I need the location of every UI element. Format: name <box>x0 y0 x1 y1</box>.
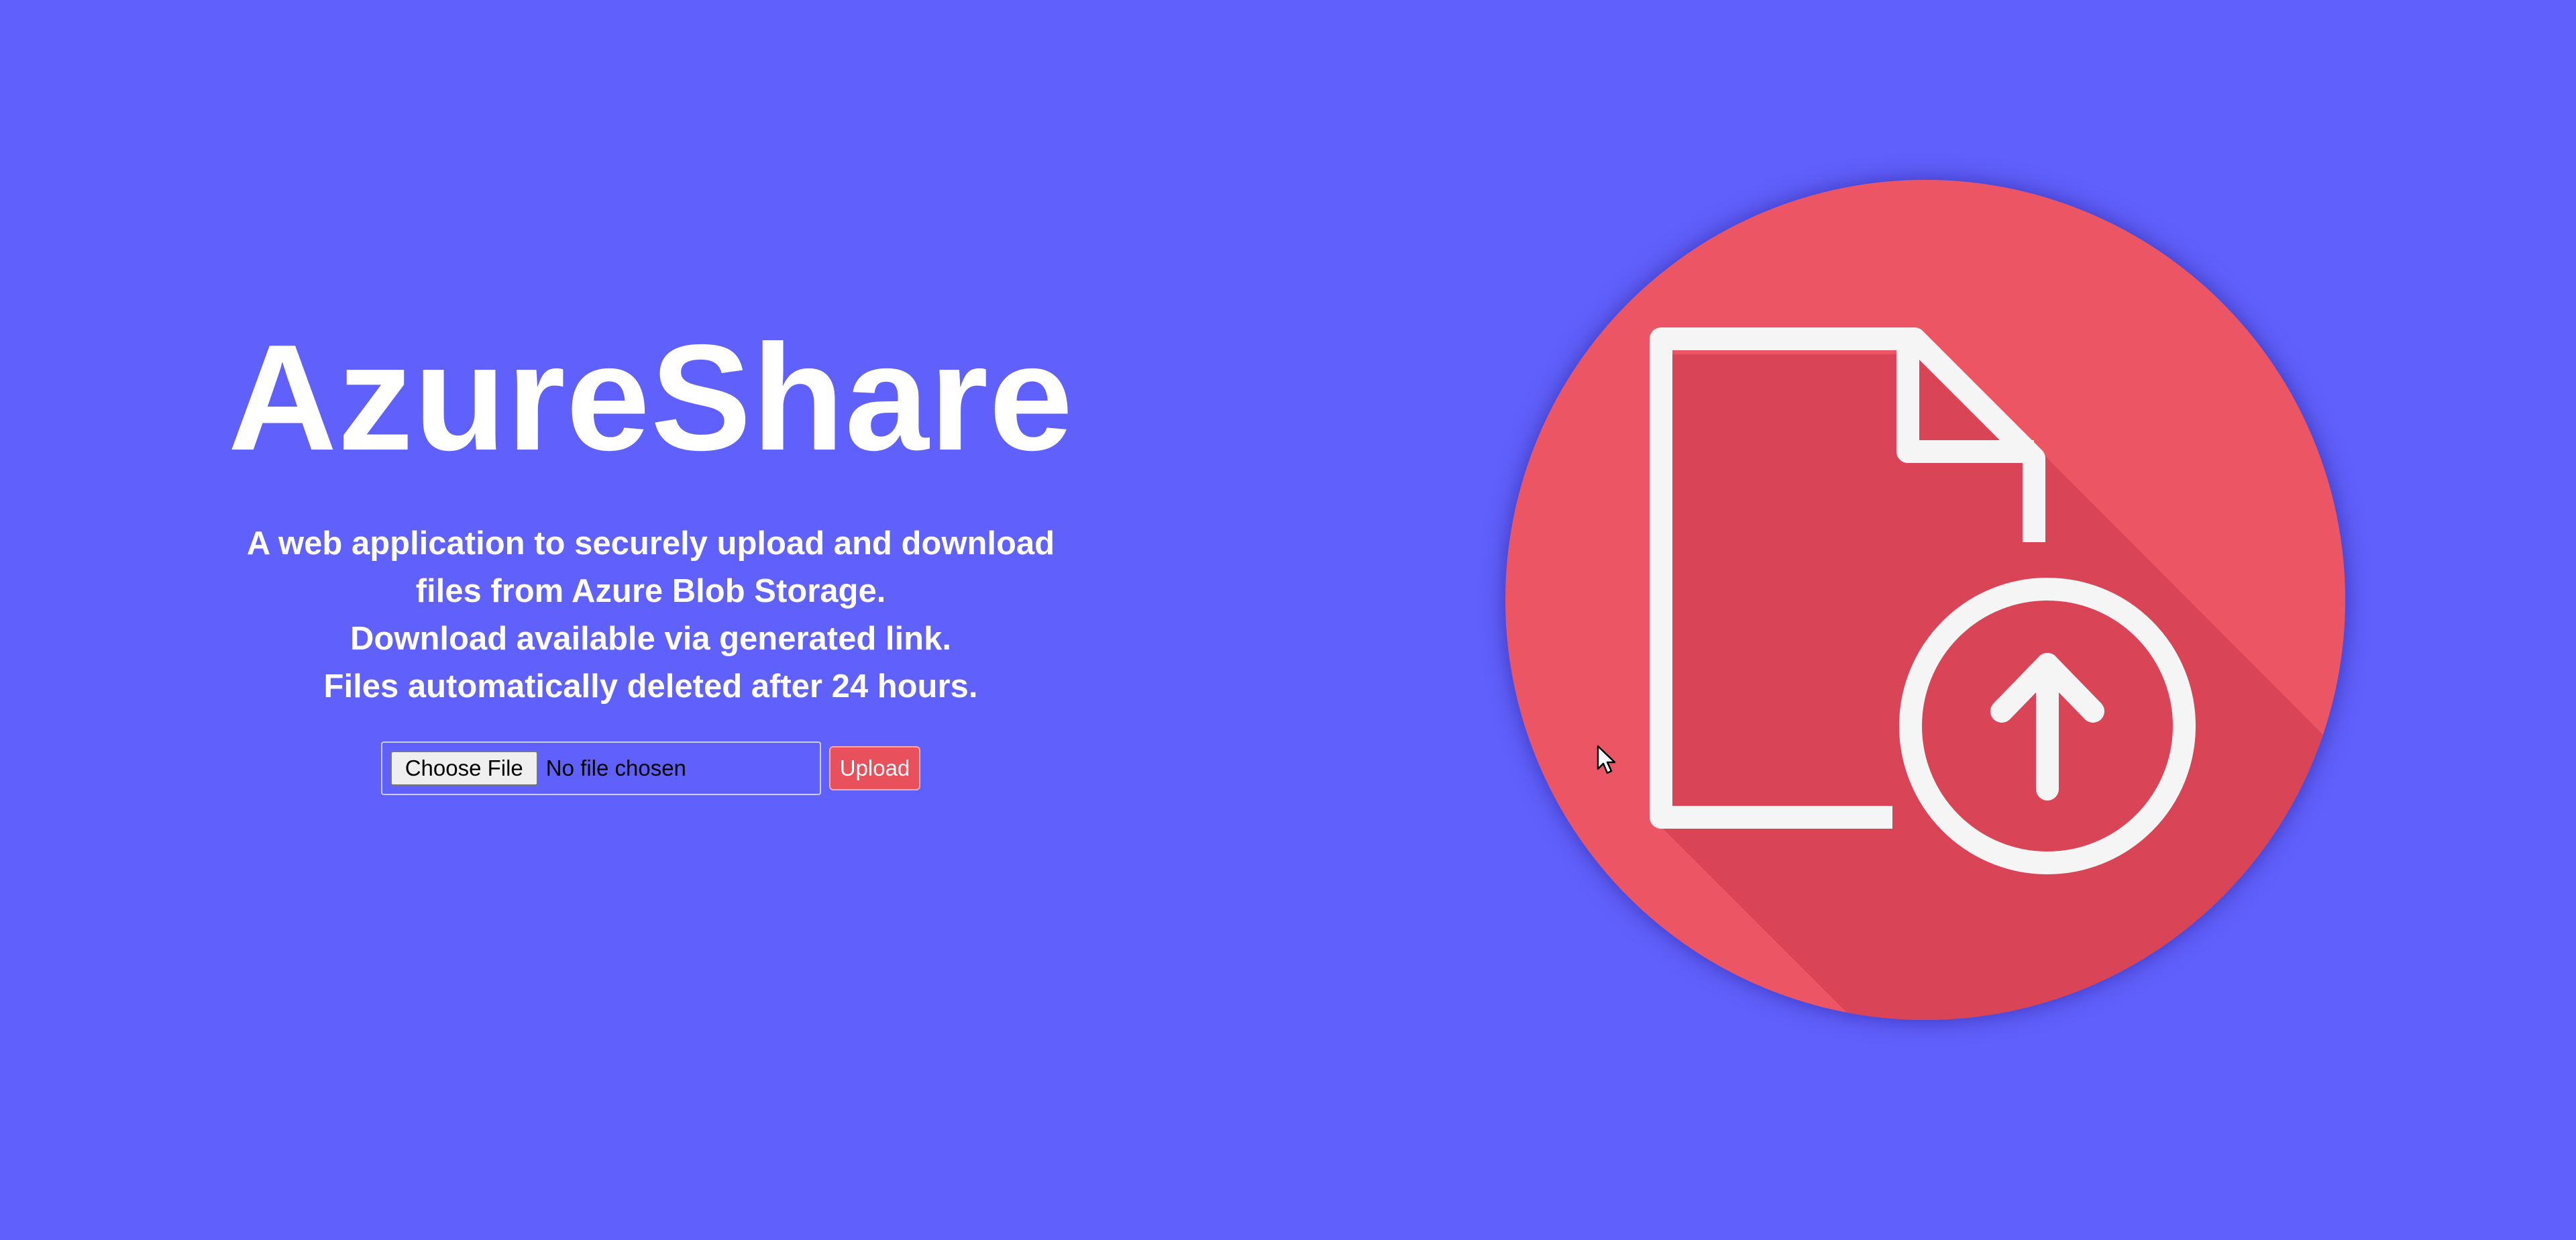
description-line: Download available via generated link. <box>350 621 951 657</box>
mouse-cursor-icon <box>1597 745 1616 774</box>
file-status-text: No file chosen <box>545 756 686 780</box>
choose-file-button[interactable]: Choose File <box>390 751 538 786</box>
file-upload-icon <box>1505 180 2345 1020</box>
app-title: AzureShare <box>227 313 1074 482</box>
hero-text: AzureShare A web application to securely… <box>168 315 1134 795</box>
upload-button[interactable]: Upload <box>828 746 921 790</box>
description-line: A web application to securely upload and… <box>246 525 1055 562</box>
description-line: files from Azure Blob Storage. <box>415 573 886 609</box>
description-line: Files automatically deleted after 24 hou… <box>323 668 978 705</box>
upload-form: Choose File No file chosen Upload <box>168 741 1134 795</box>
page: AzureShare A web application to securely… <box>0 0 2576 1240</box>
file-input[interactable]: Choose File No file chosen <box>380 741 821 795</box>
file-upload-illustration <box>1505 180 2345 1020</box>
app-description: A web application to securely upload and… <box>168 520 1134 711</box>
